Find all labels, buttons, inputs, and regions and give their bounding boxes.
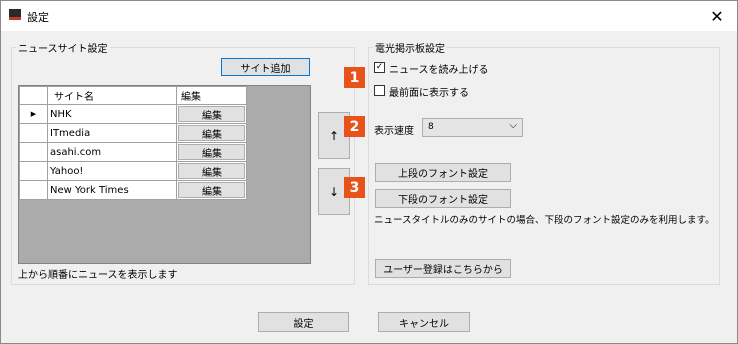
lower-font-button[interactable]: 下段のフォント設定: [375, 189, 511, 208]
topmost-checkbox[interactable]: [374, 85, 385, 96]
read-aloud-checkbox[interactable]: ✓: [374, 62, 385, 73]
chevron-down-icon: ⌵: [509, 120, 517, 131]
display-order-note: 上から順番にニュースを表示します: [18, 270, 178, 281]
callout-badge-1: 1: [344, 67, 365, 88]
site-grid[interactable]: サイト名 編集 ▶ NHK 編集 ITmedia 編集 asahi.com 編集…: [18, 85, 311, 264]
site-name-cell[interactable]: Yahoo!: [47, 161, 177, 181]
table-row[interactable]: asahi.com 編集: [19, 142, 247, 162]
close-button[interactable]: ✕: [697, 1, 737, 31]
window-title: 設定: [27, 11, 49, 24]
site-table: サイト名 編集 ▶ NHK 編集 ITmedia 編集 asahi.com 編集…: [19, 86, 247, 200]
site-name-cell[interactable]: NHK: [47, 104, 177, 124]
row-header: [19, 142, 48, 162]
table-row[interactable]: ▶ NHK 編集: [19, 104, 247, 124]
table-row[interactable]: ITmedia 編集: [19, 123, 247, 143]
column-header-site-name: サイト名: [47, 86, 177, 105]
news-sites-group-label: ニュースサイト設定: [16, 40, 110, 55]
table-row[interactable]: New York Times 編集: [19, 180, 247, 200]
ok-button[interactable]: 設定: [258, 312, 349, 332]
column-header-edit: 編集: [176, 86, 247, 105]
edit-button[interactable]: 編集: [178, 182, 245, 198]
callout-badge-2: 2: [344, 116, 365, 137]
display-speed-select[interactable]: 8 ⌵: [422, 118, 523, 137]
site-name-cell[interactable]: ITmedia: [47, 123, 177, 143]
add-site-button[interactable]: サイト追加: [221, 58, 310, 76]
app-icon: [9, 9, 21, 20]
edit-button[interactable]: 編集: [178, 163, 245, 179]
display-speed-label: 表示速度: [374, 126, 414, 137]
font-settings-note: ニュースタイトルのみのサイトの場合、下段のフォント設定のみを利用します。: [374, 215, 715, 226]
display-speed-value: 8: [428, 122, 434, 132]
row-header-corner: [19, 86, 48, 105]
upper-font-button[interactable]: 上段のフォント設定: [375, 163, 511, 182]
table-row[interactable]: Yahoo! 編集: [19, 161, 247, 181]
board-settings-group-label: 電光掲示板設定: [373, 40, 447, 55]
row-header: [19, 123, 48, 143]
topmost-label: 最前面に表示する: [389, 88, 469, 99]
title-bar: 設定 ✕: [1, 1, 737, 31]
read-aloud-label: ニュースを読み上げる: [389, 65, 489, 76]
user-registration-button[interactable]: ユーザー登録はこちらから: [375, 259, 511, 278]
row-header: [19, 180, 48, 200]
callout-badge-3: 3: [344, 177, 365, 198]
current-row-indicator-icon: ▶: [19, 104, 48, 124]
edit-button[interactable]: 編集: [178, 144, 245, 160]
edit-button[interactable]: 編集: [178, 125, 245, 141]
table-header-row: サイト名 編集: [19, 86, 247, 105]
edit-button[interactable]: 編集: [178, 106, 245, 122]
settings-window: 設定 ✕ ニュースサイト設定 サイト追加 サイト名 編集 ▶ NHK 編集 IT…: [0, 0, 738, 344]
site-name-cell[interactable]: asahi.com: [47, 142, 177, 162]
site-name-cell[interactable]: New York Times: [47, 180, 177, 200]
row-header: [19, 161, 48, 181]
cancel-button[interactable]: キャンセル: [378, 312, 470, 332]
